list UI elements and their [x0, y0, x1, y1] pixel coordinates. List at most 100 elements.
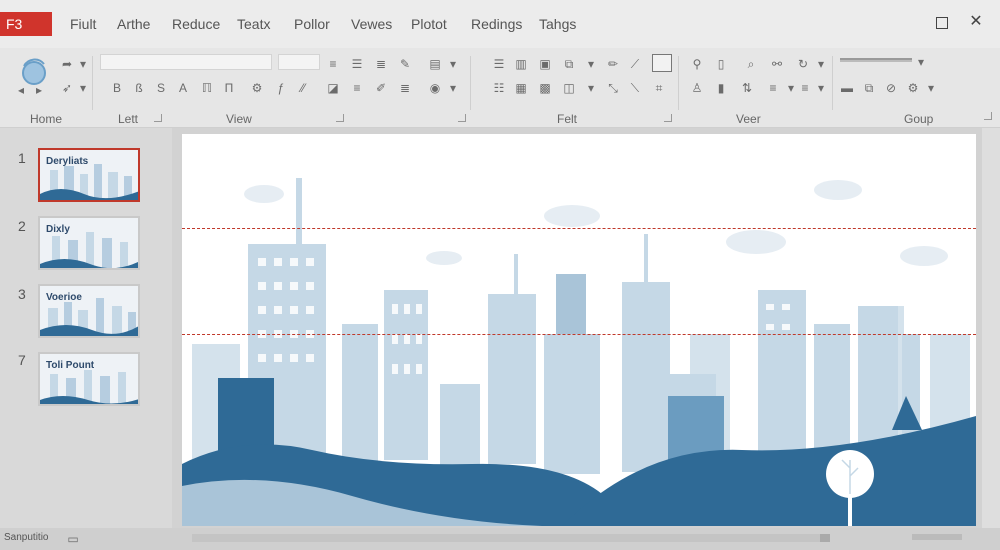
- slide-canvas[interactable]: [182, 134, 976, 526]
- search-icon[interactable]: ⚲: [690, 58, 704, 70]
- scroll-thumb[interactable]: [820, 534, 830, 542]
- dialog-launcher-icon[interactable]: [458, 114, 466, 122]
- tab-vewes[interactable]: Vewes: [351, 16, 392, 32]
- eraser-icon[interactable]: ⟋: [628, 58, 642, 70]
- text-effect-icon[interactable]: Π: [222, 82, 236, 94]
- case-icon[interactable]: ⁄⁄: [296, 82, 310, 94]
- image-frame-icon[interactable]: [652, 54, 672, 72]
- text-box-icon[interactable]: ▣: [538, 58, 552, 70]
- chevron-down-icon[interactable]: ▾: [814, 58, 828, 70]
- replace-icon[interactable]: ⚯: [770, 58, 784, 70]
- tab-reduce[interactable]: Reduce: [172, 16, 220, 32]
- tab-plotot[interactable]: Plotot: [411, 16, 447, 32]
- chevron-down-icon[interactable]: ▾: [446, 58, 460, 70]
- pencil-icon[interactable]: ✏: [606, 58, 620, 70]
- italic-icon[interactable]: ß: [132, 82, 146, 94]
- slide-thumbnail-4[interactable]: Toli Pount: [38, 352, 140, 406]
- note-icon[interactable]: ▭: [66, 533, 80, 545]
- group-label-view: View: [226, 112, 252, 126]
- dropdown-arrow-icon[interactable]: ▸: [32, 84, 46, 96]
- lock-icon[interactable]: ▮: [714, 82, 728, 94]
- clipboard-icon[interactable]: ▤: [428, 58, 442, 70]
- chevron-down-icon[interactable]: ▾: [784, 82, 798, 94]
- slide-thumbnail-3[interactable]: Voerioe: [38, 284, 140, 338]
- pen-icon[interactable]: ✎: [398, 58, 412, 70]
- align-center-icon[interactable]: ≡: [350, 82, 364, 94]
- font-color-icon[interactable]: A: [176, 82, 190, 94]
- redo-arrow-icon[interactable]: ➦: [60, 58, 74, 70]
- select-icon[interactable]: ♙: [690, 82, 704, 94]
- find-icon[interactable]: ⌕: [744, 58, 758, 70]
- bold-icon[interactable]: B: [110, 82, 124, 94]
- restore-window-icon[interactable]: [936, 17, 948, 29]
- document-icon[interactable]: ▯: [714, 58, 728, 70]
- chevron-down-icon[interactable]: ▾: [814, 82, 828, 94]
- tab-teatx[interactable]: Teatx: [237, 16, 270, 32]
- close-icon[interactable]: ✕: [968, 14, 984, 30]
- app-badge[interactable]: F3: [0, 12, 52, 36]
- strikethrough-icon[interactable]: ƒ: [274, 82, 288, 94]
- chevron-down-icon[interactable]: ▾: [584, 58, 598, 70]
- status-text: Sanputitio: [4, 532, 49, 543]
- tab-redings[interactable]: Redings: [471, 16, 522, 32]
- layer-icon[interactable]: ▬: [840, 82, 854, 94]
- indent-icon[interactable]: ≣: [374, 58, 388, 70]
- chevron-down-icon[interactable]: ▾: [76, 58, 90, 70]
- font-name-field[interactable]: [100, 54, 272, 70]
- brush-icon[interactable]: ✐: [374, 82, 388, 94]
- chevron-down-icon[interactable]: ▾: [924, 82, 938, 94]
- text-align-icon[interactable]: ☰: [492, 58, 506, 70]
- table-icon[interactable]: ▦: [514, 82, 528, 94]
- slide-number: 3: [18, 286, 26, 302]
- dialog-launcher-icon[interactable]: [336, 114, 344, 122]
- horizontal-guide-line[interactable]: [182, 334, 976, 335]
- numbering-icon[interactable]: ☰: [350, 58, 364, 70]
- list-icon[interactable]: ≡: [766, 82, 780, 94]
- vertical-scrollbar[interactable]: [982, 128, 1000, 528]
- style-gallery-icon[interactable]: [840, 58, 912, 62]
- group-icon[interactable]: ⧉: [862, 82, 876, 94]
- city-skyline-illustration: [182, 178, 976, 526]
- font-size-field[interactable]: [278, 54, 320, 70]
- columns-icon[interactable]: ▥: [514, 58, 528, 70]
- slide-thumbnail-1[interactable]: Deryliats: [38, 148, 140, 202]
- slide-number: 7: [18, 352, 26, 368]
- arrange-icon[interactable]: ⧉: [562, 58, 576, 70]
- slide-thumbnail-2[interactable]: Dixly: [38, 216, 140, 270]
- bullets-icon[interactable]: ≡: [326, 58, 340, 70]
- chevron-down-icon[interactable]: ▾: [914, 56, 928, 68]
- link-icon[interactable]: ⊘: [884, 82, 898, 94]
- line-spacing-icon[interactable]: ☷: [492, 82, 506, 94]
- horizontal-scrollbar[interactable]: [192, 534, 822, 542]
- list-options-icon[interactable]: ≡: [798, 82, 812, 94]
- chevron-down-icon[interactable]: ▾: [584, 82, 598, 94]
- refresh-icon[interactable]: ↻: [796, 58, 810, 70]
- align-right-icon[interactable]: ≣: [398, 82, 412, 94]
- tab-arthe[interactable]: Arthe: [117, 16, 150, 32]
- shapes-icon[interactable]: ◫: [562, 82, 576, 94]
- connector-icon[interactable]: ⤡: [606, 82, 620, 94]
- dropdown-arrow-icon[interactable]: ◂: [14, 84, 28, 96]
- tab-fiult[interactable]: Fiult: [70, 16, 96, 32]
- chevron-down-icon[interactable]: ▾: [446, 82, 460, 94]
- sort-icon[interactable]: ⇅: [740, 82, 754, 94]
- line-icon[interactable]: ⟍: [628, 82, 642, 94]
- chevron-down-icon[interactable]: ▾: [76, 82, 90, 94]
- crop-icon[interactable]: ⌗: [652, 82, 666, 94]
- zoom-slider[interactable]: [912, 534, 962, 540]
- format-painter-icon[interactable]: ➶: [60, 82, 74, 94]
- settings-icon[interactable]: ⚙: [906, 82, 920, 94]
- collapse-ribbon-icon[interactable]: [984, 112, 992, 120]
- tab-tahgs[interactable]: Tahgs: [539, 16, 576, 32]
- tab-pollor[interactable]: Pollor: [294, 16, 330, 32]
- dialog-launcher-icon[interactable]: [664, 114, 672, 122]
- text-highlight-icon[interactable]: ℿ: [200, 82, 214, 94]
- horizontal-guide-line[interactable]: [182, 228, 976, 229]
- dialog-launcher-icon[interactable]: [154, 114, 162, 122]
- thumbnail-title: Toli Pount: [46, 360, 95, 371]
- color-palette-icon[interactable]: ◉: [428, 82, 442, 94]
- underline-icon[interactable]: S: [154, 82, 168, 94]
- align-left-icon[interactable]: ◪: [326, 82, 340, 94]
- picture-icon[interactable]: ▩: [538, 82, 552, 94]
- shadow-icon[interactable]: ⚙: [250, 82, 264, 94]
